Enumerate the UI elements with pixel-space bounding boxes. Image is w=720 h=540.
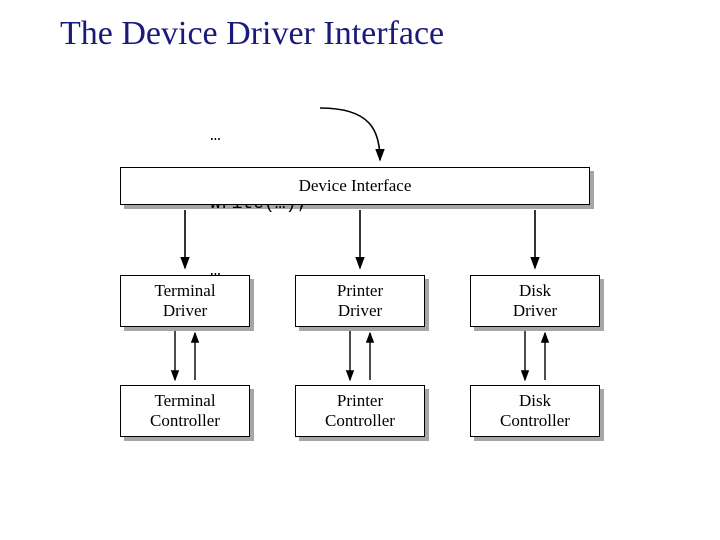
printer-controller-box: Printer Controller (295, 385, 425, 437)
box-label: Controller (150, 411, 220, 431)
box-label: Printer (337, 281, 383, 301)
box-label: Device Interface (299, 176, 412, 196)
box-label: Disk (519, 391, 551, 411)
box-label: Controller (500, 411, 570, 431)
printer-driver-box: Printer Driver (295, 275, 425, 327)
diagram-arrows (0, 0, 720, 540)
arrow-call-to-interface (320, 108, 380, 160)
slide-title: The Device Driver Interface (60, 15, 444, 53)
disk-controller-box: Disk Controller (470, 385, 600, 437)
box-label: Disk (519, 281, 551, 301)
terminal-controller-box: Terminal Controller (120, 385, 250, 437)
box-label: Terminal (154, 281, 215, 301)
box-label: Printer (337, 391, 383, 411)
box-label: Terminal (154, 391, 215, 411)
box-label: Controller (325, 411, 395, 431)
device-interface-box: Device Interface (120, 167, 590, 205)
terminal-driver-box: Terminal Driver (120, 275, 250, 327)
disk-driver-box: Disk Driver (470, 275, 600, 327)
code-line: … (210, 125, 307, 148)
box-label: Driver (513, 301, 557, 321)
box-label: Driver (338, 301, 382, 321)
box-label: Driver (163, 301, 207, 321)
